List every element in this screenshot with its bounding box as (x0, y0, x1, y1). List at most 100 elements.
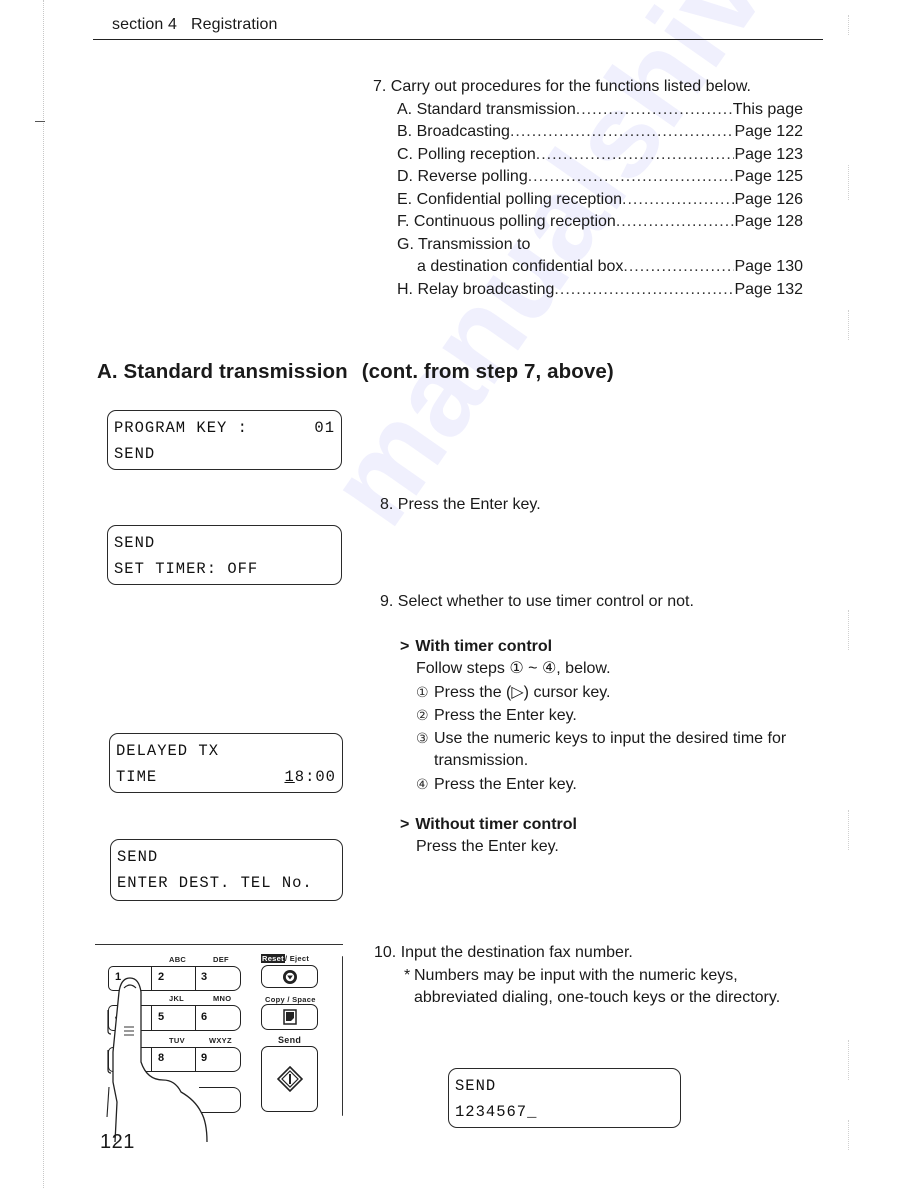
toc-item-page: This page (732, 100, 803, 118)
substep: ② Press the Enter key. (400, 704, 786, 727)
option-marker: > (400, 816, 410, 833)
toc-item-page: Page 126 (734, 190, 803, 208)
toc-item-page: Page 130 (734, 258, 803, 275)
toc-item-label: C. Polling reception (397, 145, 536, 163)
toc-item-standard-transmission[interactable]: A. Standard transmission This page (373, 99, 803, 122)
with-timer-option: > With timer control Follow steps ① ~ ④, … (400, 636, 786, 796)
reset-label: Reset (261, 954, 285, 963)
stop-icon (282, 969, 297, 984)
toc-item-label: D. Reverse polling (397, 168, 528, 185)
substep: ① Press the (▷) cursor key. (400, 681, 786, 704)
lcd-cursor: 1 (284, 768, 295, 786)
lcd-text: TIME (116, 768, 158, 786)
substep: ④ Press the Enter key. (400, 773, 786, 796)
toc-leader (510, 121, 735, 144)
option-intro: Follow steps ① ~ ④, below. (416, 660, 611, 678)
left-margin-tick (35, 121, 45, 122)
step-10-lead: 10. Input the destination fax number. (374, 944, 633, 961)
substep-number: ④ (416, 775, 429, 792)
substep-text: Press the (▷) cursor key. (434, 683, 611, 701)
lcd-text: SEND (455, 1077, 497, 1095)
substep-text: Press the Enter key. (434, 706, 577, 724)
start-icon (276, 1066, 303, 1092)
finger-icon (106, 977, 208, 1142)
toc-item-broadcasting[interactable]: B. Broadcasting Page 122 (373, 121, 803, 144)
toc-item-page: Page 132 (734, 280, 803, 298)
lcd-text: SET TIMER: OFF (114, 560, 259, 578)
section-heading-subtitle: (cont. from step 7, above) (361, 360, 614, 383)
step-10: 10. Input the destination fax number. * N… (374, 942, 780, 1010)
toc-leader (536, 144, 735, 167)
toc-item-page: Page 122 (734, 123, 803, 140)
toc-leader (528, 166, 735, 189)
option-heading: Without timer control (415, 816, 577, 833)
toc-leader (622, 189, 734, 212)
step-7: 7. Carry out procedures for the function… (373, 76, 803, 301)
lcd-enter-dest: SEND ENTER DEST. TEL No. (110, 839, 343, 901)
toc-item-polling-reception[interactable]: C. Polling reception Page 123 (373, 144, 803, 167)
option-text: Press the Enter key. (416, 838, 559, 856)
option-heading: With timer control (415, 638, 553, 655)
lcd-text: PROGRAM KEY : (114, 419, 248, 437)
keypad-side-rule (342, 956, 343, 1116)
toc-item-continuous-polling[interactable]: F. Continuous polling reception Page 128 (373, 211, 803, 234)
lcd-text: DELAYED TX (116, 742, 220, 760)
keypad-illustration: ABC DEF JKL MNO TUV WXYZ 1 2 3 4 5 6 8 9… (95, 942, 355, 1142)
section-header: section 4 Registration (112, 16, 278, 34)
toc-item-label: B. Broadcasting (397, 123, 510, 140)
step-10-note: * Numbers may be input with the numeric k… (404, 966, 738, 984)
substep-text: Press the Enter key. (434, 775, 577, 793)
section-title: Registration (190, 16, 278, 33)
copy-space-button[interactable] (261, 1004, 318, 1030)
lcd-text: 1234567_ (455, 1103, 538, 1121)
substep-continuation: transmission. (434, 752, 529, 770)
note-text: Numbers may be input with the numeric ke… (414, 966, 738, 984)
toc-item-reverse-polling[interactable]: D. Reverse polling Page 125 (373, 166, 803, 189)
lcd-text: 01 (314, 419, 335, 437)
toc-item-page: Page 128 (734, 213, 803, 230)
toc-item-label: F. Continuous polling reception (397, 213, 616, 230)
toc-item-page: Page 125 (734, 168, 803, 185)
section-heading-title: A. Standard transmission (97, 360, 348, 383)
toc-item-confidential-box-line1: G. Transmission to (397, 235, 531, 253)
send-label: Send (278, 1035, 302, 1045)
section-heading: A. Standard transmission (cont. from step… (97, 360, 614, 384)
copy-icon (282, 1009, 297, 1025)
toc-leader (623, 256, 734, 279)
step-7-lead: 7. Carry out procedures for the function… (373, 78, 751, 95)
toc-item-page: Page 123 (734, 145, 803, 163)
right-margin-marks (848, 10, 868, 1160)
toc-item-label: H. Relay broadcasting (397, 280, 555, 298)
toc-item-relay-broadcasting[interactable]: H. Relay broadcasting Page 132 (373, 279, 803, 302)
page-number: 121 (100, 1131, 135, 1153)
lcd-number-entry: SEND 1234567_ (448, 1068, 681, 1128)
without-timer-option: > Without timer control Press the Enter k… (400, 814, 577, 859)
toc-leader (554, 279, 734, 302)
reset-eject-button[interactable] (261, 965, 318, 988)
lcd-text: SEND (114, 445, 156, 463)
substep-number: ② (416, 706, 429, 723)
toc-item-confidential-box[interactable]: a destination confidential box Page 130 (373, 256, 803, 279)
lcd-program-key: PROGRAM KEY : 01 SEND (107, 410, 342, 470)
eject-label: / Eject (284, 954, 310, 963)
lcd-text: 8:00 (294, 768, 336, 786)
toc-item-label: a destination confidential box (417, 258, 624, 275)
header-rule (93, 39, 823, 40)
substep: ③ Use the numeric keys to input the desir… (400, 727, 786, 750)
lcd-text: SEND (117, 848, 159, 866)
toc-leader (616, 211, 735, 234)
toc-item-label: E. Confidential polling reception (397, 190, 623, 208)
substep-number: ① (416, 683, 429, 700)
step-9: 9. Select whether to use timer control o… (380, 593, 694, 610)
lcd-delayed-tx: DELAYED TX TIME 18:00 (109, 733, 343, 793)
option-marker: > (400, 638, 410, 655)
section-number: section 4 (112, 16, 177, 33)
step-8: 8. Press the Enter key. (380, 496, 541, 513)
lcd-set-timer: SEND SET TIMER: OFF (107, 525, 342, 585)
reset-eject-label: Reset/ Eject (261, 954, 309, 963)
toc-item-confidential-polling[interactable]: E. Confidential polling reception Page 1… (373, 189, 803, 212)
lcd-text: SEND (114, 534, 156, 552)
lcd-text: ENTER DEST. TEL No. (117, 874, 313, 892)
send-button[interactable] (261, 1046, 318, 1112)
step-10-note-cont: abbreviated dialing, one-touch keys or t… (414, 989, 781, 1006)
